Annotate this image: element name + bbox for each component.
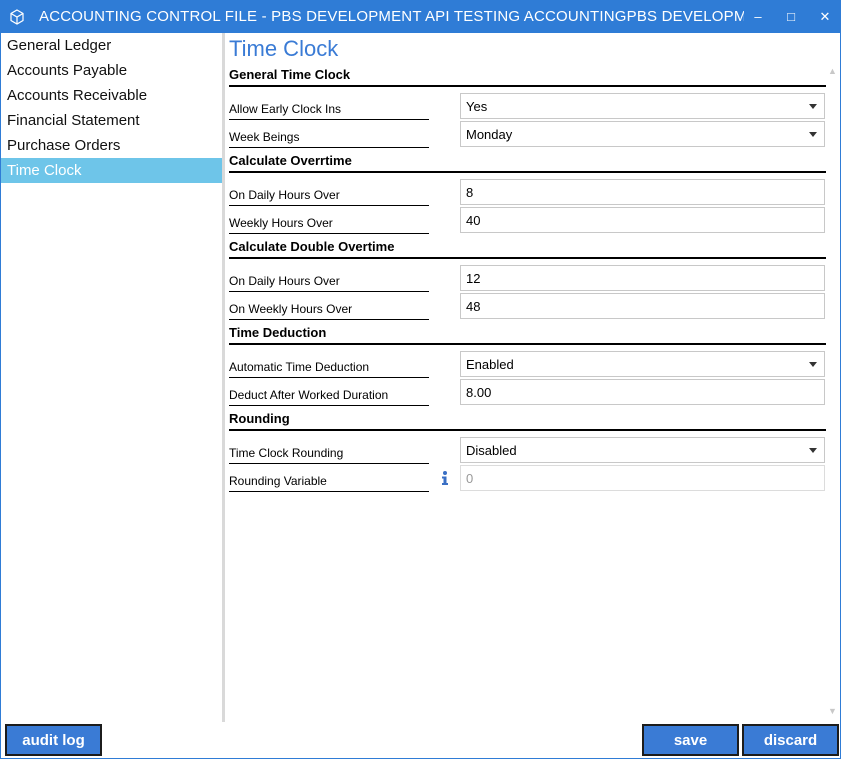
- double-daily-hours-over-label: On Daily Hours Over: [229, 268, 429, 292]
- sidebar-item-purchase-orders[interactable]: Purchase Orders: [1, 133, 222, 158]
- week-begins-label: Week Beings: [229, 124, 429, 148]
- time-clock-rounding-select[interactable]: Disabled: [460, 437, 825, 463]
- week-begins-select[interactable]: Monday: [460, 121, 825, 147]
- close-button[interactable]: ✕: [813, 5, 837, 29]
- main-panel: Time Clock ▲ ▼ General Time Clock Allow …: [225, 33, 840, 722]
- sidebar-nav: General Ledger Accounts Payable Accounts…: [1, 33, 222, 722]
- sidebar-item-accounts-payable[interactable]: Accounts Payable: [1, 58, 222, 83]
- minimize-button[interactable]: –: [746, 5, 770, 29]
- section-calculate-double-overtime: Calculate Double Overtime: [229, 239, 826, 259]
- page-title: Time Clock: [229, 36, 339, 61]
- app-window: ACCOUNTING CONTROL FILE - PBS DEVELOPMEN…: [0, 0, 841, 759]
- weekly-hours-over-input[interactable]: 40: [460, 207, 825, 233]
- sidebar-item-general-ledger[interactable]: General Ledger: [1, 33, 222, 58]
- section-general-time-clock: General Time Clock: [229, 67, 826, 87]
- chevron-down-icon: [809, 448, 817, 453]
- footer-bar: audit log save discard: [1, 722, 840, 758]
- scroll-down-icon[interactable]: ▼: [828, 706, 837, 716]
- automatic-time-deduction-select[interactable]: Enabled: [460, 351, 825, 377]
- chevron-down-icon: [809, 362, 817, 367]
- automatic-time-deduction-label: Automatic Time Deduction: [229, 354, 429, 378]
- cube-icon: [10, 9, 24, 25]
- sidebar-item-time-clock[interactable]: Time Clock: [1, 158, 222, 183]
- sidebar-item-financial-statement[interactable]: Financial Statement: [1, 108, 222, 133]
- sidebar-item-accounts-receivable[interactable]: Accounts Receivable: [1, 83, 222, 108]
- scroll-up-icon[interactable]: ▲: [828, 66, 837, 76]
- double-daily-hours-over-input[interactable]: 12: [460, 265, 825, 291]
- allow-early-clock-ins-select[interactable]: Yes: [460, 93, 825, 119]
- info-icon[interactable]: [438, 470, 452, 486]
- time-clock-rounding-value: Disabled: [466, 443, 517, 458]
- audit-log-button[interactable]: audit log: [5, 724, 102, 756]
- section-rounding: Rounding: [229, 411, 826, 431]
- double-weekly-hours-over-input[interactable]: 48: [460, 293, 825, 319]
- allow-early-clock-ins-label: Allow Early Clock Ins: [229, 96, 429, 120]
- deduct-after-worked-duration-label: Deduct After Worked Duration: [229, 382, 429, 406]
- allow-early-clock-ins-value: Yes: [466, 99, 488, 114]
- week-begins-value: Monday: [466, 127, 513, 142]
- chevron-down-icon: [809, 132, 817, 137]
- deduct-after-worked-duration-input[interactable]: 8.00: [460, 379, 825, 405]
- weekly-hours-over-label: Weekly Hours Over: [229, 210, 429, 234]
- rounding-variable-label: Rounding Variable: [229, 468, 429, 492]
- section-time-deduction: Time Deduction: [229, 325, 826, 345]
- title-bar: ACCOUNTING CONTROL FILE - PBS DEVELOPMEN…: [1, 1, 840, 33]
- daily-hours-over-input[interactable]: 8: [460, 179, 825, 205]
- daily-hours-over-label: On Daily Hours Over: [229, 182, 429, 206]
- discard-button[interactable]: discard: [742, 724, 839, 756]
- rounding-variable-input[interactable]: 0: [460, 465, 825, 491]
- time-clock-rounding-label: Time Clock Rounding: [229, 440, 429, 464]
- automatic-time-deduction-value: Enabled: [466, 357, 514, 372]
- chevron-down-icon: [809, 104, 817, 109]
- double-weekly-hours-over-label: On Weekly Hours Over: [229, 296, 429, 320]
- save-button[interactable]: save: [642, 724, 739, 756]
- window-title: ACCOUNTING CONTROL FILE - PBS DEVELOPMEN…: [39, 8, 744, 25]
- section-calculate-overtime: Calculate Overrtime: [229, 153, 826, 173]
- maximize-button[interactable]: □: [779, 5, 803, 29]
